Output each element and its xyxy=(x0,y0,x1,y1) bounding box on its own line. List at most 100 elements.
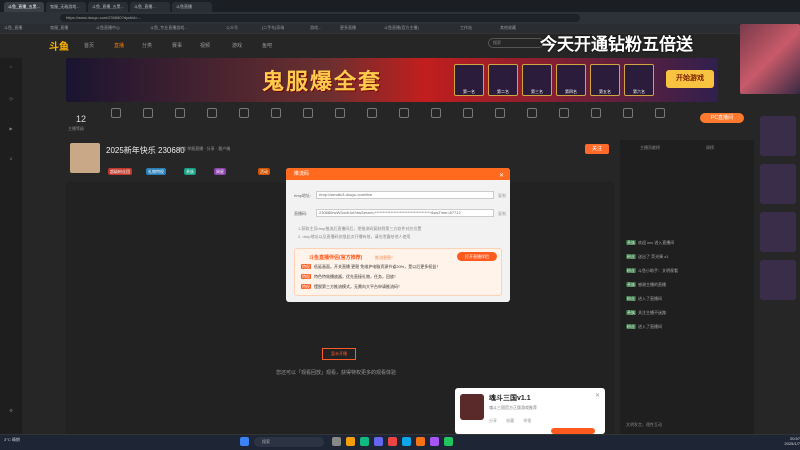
bookmark-item[interactable]: 斗鱼_直播 xyxy=(4,25,22,31)
game-report-button[interactable]: 举报 xyxy=(523,418,531,423)
promo-line: 特权 特色特效播放器，优先直接礼物，任务，回放！ xyxy=(301,274,398,280)
event-banner[interactable]: 第一名 第二名 第三名 第四名 第五名 第六名 开始游戏 xyxy=(66,58,718,102)
follow-button[interactable]: 关注 xyxy=(585,144,609,154)
gift-icon xyxy=(175,108,185,118)
game-actions: 分享 收藏 举报 xyxy=(489,418,531,424)
badge-tag[interactable]: 超级粉丝团 xyxy=(108,168,132,175)
app-icon[interactable] xyxy=(374,437,383,446)
taskbar-search[interactable]: 搜索 xyxy=(254,437,324,447)
close-icon[interactable]: ✕ xyxy=(499,170,504,182)
gift-toolbar xyxy=(66,108,665,134)
start-icon[interactable] xyxy=(240,437,249,446)
side-ad[interactable] xyxy=(760,164,796,204)
side-ad[interactable] xyxy=(760,212,796,252)
bookmark-item[interactable]: 斗鱼_专业直播游戏... xyxy=(150,25,188,31)
browser-tab[interactable]: 斗鱼_直播... xyxy=(130,2,170,12)
weather-widget[interactable]: 3°C 晴朗 xyxy=(4,437,20,442)
app-icon[interactable] xyxy=(416,437,425,446)
companion-promo: 斗鱼直播伴侣(官方推荐) 推流更稳！ 打开直播伴侣 特权 低延画面，开关直播 更稳… xyxy=(294,248,502,296)
pc-room-button[interactable]: PC直播间 xyxy=(700,113,744,123)
key-label: 直播码: xyxy=(294,211,308,216)
start-game-button[interactable]: 开始游戏 xyxy=(666,70,714,88)
gift-icon xyxy=(239,108,249,118)
badge-tag[interactable]: 贵族 xyxy=(184,168,196,175)
app-icon[interactable] xyxy=(444,437,453,446)
game-share-button[interactable]: 分享 xyxy=(489,418,497,423)
clock[interactable]: 20:57 2025/1/7 xyxy=(776,436,800,446)
browser-tab[interactable]: 斗鱼_直播_五黑... xyxy=(88,2,128,12)
bookmark-item[interactable]: 工作站 xyxy=(460,25,472,31)
bookmark-item[interactable]: 游戏... xyxy=(310,25,321,31)
browser-tab[interactable]: 斗鱼直播 xyxy=(172,2,212,12)
history-icon[interactable]: ◷ xyxy=(3,96,19,101)
nav-item-video[interactable]: 视频 xyxy=(200,42,210,49)
open-companion-button[interactable]: 打开直播伴侣 xyxy=(457,252,497,261)
settings-icon[interactable]: ⚙ xyxy=(3,408,19,413)
game-icon[interactable] xyxy=(460,394,484,420)
nav-item-category[interactable]: 分类 xyxy=(142,42,152,49)
offline-hint: 您还可以「观看回放」观看，获得特权更多的观看体验 xyxy=(276,370,397,376)
gift-icon xyxy=(367,108,377,118)
side-ad[interactable] xyxy=(760,260,796,300)
prize-card: 第五名 xyxy=(590,64,620,96)
bookmark-item[interactable]: 更多直播 xyxy=(340,25,356,31)
nav-item-games[interactable]: 游戏 xyxy=(232,42,242,49)
prize-card: 第四名 xyxy=(556,64,586,96)
follow-icon[interactable]: ☆ xyxy=(3,64,19,69)
taskbar xyxy=(0,434,800,450)
browser-tab[interactable]: 斗鱼_直播_五黑... xyxy=(4,2,44,12)
folder-icon[interactable] xyxy=(346,437,355,446)
offline-button[interactable]: 暂未开播 xyxy=(322,348,356,360)
room-title: 2025新年快乐 230680 xyxy=(106,146,185,155)
gift-icon xyxy=(207,108,217,118)
bookmark-item[interactable]: [二手车]奇瑞 xyxy=(262,25,284,31)
promo-text: 低延画面，开关直播 更稳 免维护电脑资源节省20%，是以后更多权益！ xyxy=(314,264,441,269)
bookmark-item[interactable]: 其他收藏 xyxy=(500,25,516,31)
copy-key-button[interactable]: 复制 xyxy=(498,211,506,217)
promo-line: 特权 低延画面，开关直播 更稳 免维护电脑资源节省20%，是以后更多权益！ xyxy=(301,264,440,270)
rank-tab[interactable]: 周榜 xyxy=(706,145,714,151)
nav-item-forum[interactable]: 鱼吧 xyxy=(262,42,272,49)
bookmark-item[interactable]: 斗鱼直播(官方主播) xyxy=(384,25,419,31)
nav-item-events[interactable]: 赛事 xyxy=(172,42,182,49)
left-rail: ☆ ◷ ▶ ♕ ⚙ xyxy=(0,58,22,438)
app-icon[interactable] xyxy=(402,437,411,446)
browser-tab[interactable]: 鬼服_无敌游戏... xyxy=(46,2,86,12)
gift-icon xyxy=(495,108,505,118)
chat-footer: 文明发言，理性互动 xyxy=(626,422,662,427)
chat-text: 进入了直播间 xyxy=(638,324,662,329)
side-ad[interactable] xyxy=(760,116,796,156)
site-nav: 斗鱼 首页 直播 分类 赛事 视频 游戏 鱼吧 xyxy=(22,36,562,54)
stream-key-field[interactable]: 230680rwW3uxK4d?wsSecret=***************… xyxy=(316,209,494,217)
badge-tag[interactable]: 礼物特权 xyxy=(146,168,166,175)
gift-icon xyxy=(399,108,409,118)
search-input[interactable]: 搜索 xyxy=(488,38,544,48)
site-logo[interactable]: 斗鱼 xyxy=(49,38,69,53)
gift-item[interactable] xyxy=(640,108,680,121)
chat-text: 送出了 荧光棒 x1 xyxy=(638,254,669,259)
bookmark-item[interactable]: 斗鱼直播中心 xyxy=(96,25,120,31)
bookmark-item[interactable]: 鬼服_直播 xyxy=(50,25,68,31)
app-icon[interactable] xyxy=(430,437,439,446)
avatar[interactable] xyxy=(70,143,100,173)
badge-tag[interactable]: 活动 xyxy=(258,168,270,175)
nav-item-live[interactable]: 直播 xyxy=(114,42,124,49)
browser-icon[interactable] xyxy=(360,437,369,446)
bookmark-item[interactable]: 公众号 xyxy=(226,25,238,31)
modal-note: 2. rtmp地址以及直播码仅限此次开播有效，请勿泄露给他人使用 xyxy=(298,234,411,239)
nav-item-home[interactable]: 首页 xyxy=(84,42,94,49)
badge-tag[interactable]: 周星 xyxy=(214,168,226,175)
trophy-icon[interactable]: ♕ xyxy=(3,156,19,161)
promo-tag: 特权 xyxy=(301,274,311,279)
app-icon[interactable] xyxy=(388,437,397,446)
modal-title-text: 推流码 xyxy=(294,171,310,177)
video-icon[interactable]: ▶ xyxy=(3,126,19,131)
task-view-icon[interactable] xyxy=(332,437,341,446)
url-input[interactable]: https://www.douyu.com/230680?dyshid=... xyxy=(60,14,580,22)
copy-server-button[interactable]: 复制 xyxy=(498,193,506,199)
close-icon[interactable]: ✕ xyxy=(595,392,600,399)
chat-text: 关注主播不迷路 xyxy=(638,310,666,315)
server-url-field[interactable]: rtmp://sendtc3.douyu.com/live xyxy=(316,191,494,199)
chat-badge: 粉丝 xyxy=(626,254,636,259)
game-favorite-button[interactable]: 收藏 xyxy=(506,418,514,423)
